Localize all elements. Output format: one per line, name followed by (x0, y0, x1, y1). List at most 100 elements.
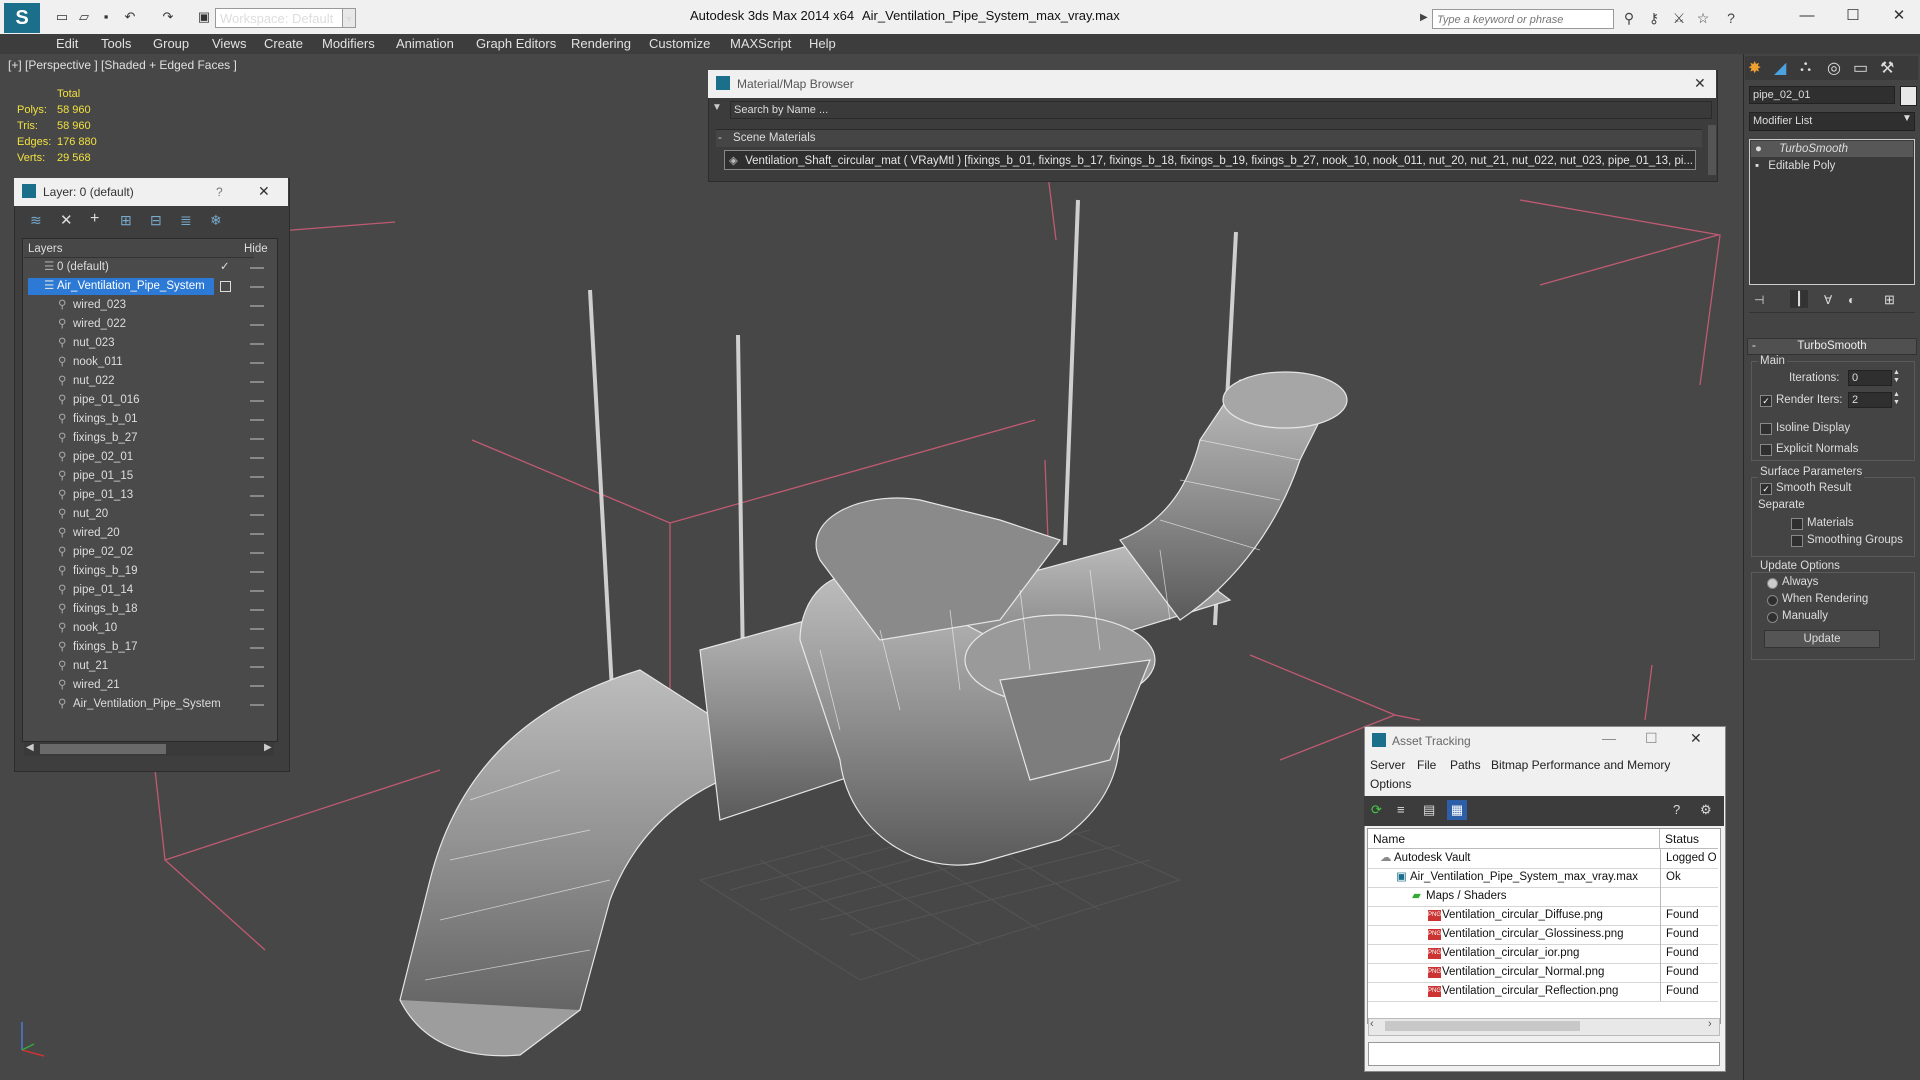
help-icon[interactable]: ? (216, 185, 223, 199)
hide-toggle[interactable] (250, 571, 264, 573)
hide-toggle[interactable] (250, 495, 264, 497)
pin-stack-icon[interactable]: ⊣ (1754, 293, 1764, 307)
expand-icon[interactable]: ▪ (1751, 160, 1759, 172)
material-search-input[interactable]: Search by Name ... (730, 101, 1712, 119)
viewport-label[interactable]: [+] [Perspective ] [Shaded + Edged Faces… (8, 58, 237, 72)
make-unique-icon[interactable]: ∀ (1824, 293, 1832, 307)
hide-all-layers-icon[interactable]: ≣ (180, 212, 192, 229)
menu-customize[interactable]: Customize (649, 34, 710, 54)
layer-row-default[interactable]: ☰ 0 (default) ✓ (24, 258, 274, 277)
smooth-result-checkbox[interactable]: ✓ (1760, 483, 1772, 495)
workspace-dropdown[interactable]: Workspace: Default (215, 8, 355, 28)
menu-animation[interactable]: Animation (396, 34, 454, 54)
scroll-left-icon[interactable]: ◀ (26, 742, 34, 753)
menu-graph-editors[interactable]: Graph Editors (476, 34, 556, 54)
render-iters-spinner[interactable]: 2 (1848, 392, 1892, 408)
modify-tab-icon[interactable]: ◢ (1774, 58, 1786, 78)
asset-row[interactable]: PNG Ventilation_circular_Diffuse.png Found (1368, 906, 1718, 926)
menu-views[interactable]: Views (212, 34, 246, 54)
layer-row-object[interactable]: ⚲ nook_011 (24, 353, 274, 372)
hide-toggle[interactable] (250, 476, 264, 478)
col-header-layers[interactable]: Layers (24, 240, 254, 258)
always-radio[interactable] (1767, 578, 1778, 589)
save-icon[interactable]: ▪ (98, 9, 114, 25)
checkmark-icon[interactable]: ✓ (220, 258, 230, 277)
material-entry[interactable]: ◈ Ventilation_Shaft_circular_mat ( VRayM… (724, 150, 1696, 170)
layer-row-object[interactable]: ⚲ nut_20 (24, 505, 274, 524)
close-icon[interactable]: ✕ (1690, 730, 1702, 747)
minimize-icon[interactable]: — (1602, 730, 1616, 746)
menu-modifiers[interactable]: Modifiers (322, 34, 375, 54)
menu-help[interactable]: Help (809, 34, 836, 54)
layer-row-selected[interactable]: ☰ Air_Ventilation_Pipe_System (24, 277, 274, 296)
configure-sets-icon[interactable]: ⊞ (1884, 292, 1895, 308)
layer-row-object[interactable]: ⚲ nut_023 (24, 334, 274, 353)
hide-toggle[interactable] (250, 647, 264, 649)
search-input[interactable]: Type a keyword or phrase (1432, 9, 1614, 29)
freeze-all-layers-icon[interactable]: ❄ (210, 212, 222, 229)
display-tab-icon[interactable]: ▭ (1853, 58, 1868, 78)
hide-toggle[interactable] (250, 343, 264, 345)
hide-toggle[interactable] (250, 438, 264, 440)
menu-options[interactable]: Options (1370, 777, 1411, 791)
col-header-hide[interactable]: Hide (244, 240, 274, 258)
create-layer-icon[interactable]: ≋ (30, 212, 42, 229)
thumbnail-view-icon[interactable]: ▤ (1423, 802, 1435, 818)
new-file-icon[interactable]: ▭ (54, 9, 70, 25)
scrollbar-thumb[interactable] (40, 744, 166, 754)
hide-toggle[interactable] (250, 628, 264, 630)
layer-row-object[interactable]: ⚲ pipe_02_01 (24, 448, 274, 467)
asset-row[interactable]: ☁ Autodesk Vault Logged O (1368, 849, 1718, 869)
create-tab-icon[interactable]: ✸ (1748, 58, 1761, 78)
stack-item-turbosmooth[interactable]: ● TurboSmooth (1751, 141, 1913, 157)
layer-row-object[interactable]: ⚲ nut_022 (24, 372, 274, 391)
smoothing-groups-checkbox[interactable] (1791, 535, 1803, 547)
scroll-right-icon[interactable]: ▶ (264, 742, 272, 753)
menu-maxscript[interactable]: MAXScript (730, 34, 791, 54)
hide-toggle[interactable] (250, 590, 264, 592)
layer-row-object[interactable]: ⚲ fixings_b_17 (24, 638, 274, 657)
modifier-list-dropdown[interactable]: Modifier List (1749, 112, 1915, 131)
asset-row[interactable]: PNG Ventilation_circular_Reflection.png Fo… (1368, 982, 1718, 1002)
hide-toggle[interactable] (250, 267, 264, 269)
menu-file[interactable]: File (1417, 758, 1436, 772)
help-icon[interactable]: ? (1722, 9, 1740, 27)
app-logo-icon[interactable]: S (4, 3, 40, 33)
hide-toggle[interactable] (250, 362, 264, 364)
layer-row-object[interactable]: ⚲ wired_022 (24, 315, 274, 334)
redo-icon[interactable]: ↷ (160, 9, 176, 25)
open-file-icon[interactable]: ▱ (76, 9, 92, 25)
vertical-scrollbar[interactable] (1708, 125, 1716, 175)
add-to-layer-icon[interactable]: + (90, 210, 99, 228)
isoline-display-checkbox[interactable] (1760, 423, 1772, 435)
current-layer-box[interactable] (220, 281, 231, 292)
iterations-spinner[interactable]: 0 (1848, 370, 1892, 386)
expand-search-icon[interactable]: ▶ (1420, 9, 1430, 27)
menu-edit[interactable]: Edit (56, 34, 78, 54)
motion-tab-icon[interactable]: ◎ (1827, 58, 1841, 78)
select-objects-icon[interactable]: ⊞ (120, 212, 132, 229)
render-iters-checkbox[interactable]: ✓ (1760, 395, 1772, 407)
hide-toggle[interactable] (250, 552, 264, 554)
materials-checkbox[interactable] (1791, 518, 1803, 530)
asset-row[interactable]: PNG Ventilation_circular_Normal.png Found (1368, 963, 1718, 983)
layer-row-object[interactable]: ⚲ fixings_b_18 (24, 600, 274, 619)
col-header-status[interactable]: Status (1660, 829, 1718, 849)
highlight-layer-icon[interactable]: ⊟ (150, 212, 162, 229)
hide-toggle[interactable] (250, 381, 264, 383)
project-folder-icon[interactable]: ▣ (196, 9, 212, 25)
menu-tools[interactable]: Tools (101, 34, 131, 54)
close-icon[interactable]: ✕ (1694, 75, 1706, 92)
close-icon[interactable]: ✕ (258, 183, 270, 200)
hide-toggle[interactable] (250, 457, 264, 459)
scroll-right-icon[interactable]: › (1708, 1018, 1712, 1030)
minimize-icon[interactable]: — (1792, 4, 1822, 28)
hide-toggle[interactable] (250, 533, 264, 535)
hide-toggle[interactable] (250, 305, 264, 307)
menu-server[interactable]: Server (1370, 758, 1405, 772)
options-icon[interactable]: ⚙ (1700, 802, 1712, 818)
list-view-icon[interactable]: ≡ (1397, 802, 1405, 817)
layer-row-object[interactable]: ⚲ pipe_02_02 (24, 543, 274, 562)
chevron-down-icon[interactable]: ▼ (342, 8, 356, 28)
scrollbar-thumb[interactable] (1385, 1021, 1580, 1031)
